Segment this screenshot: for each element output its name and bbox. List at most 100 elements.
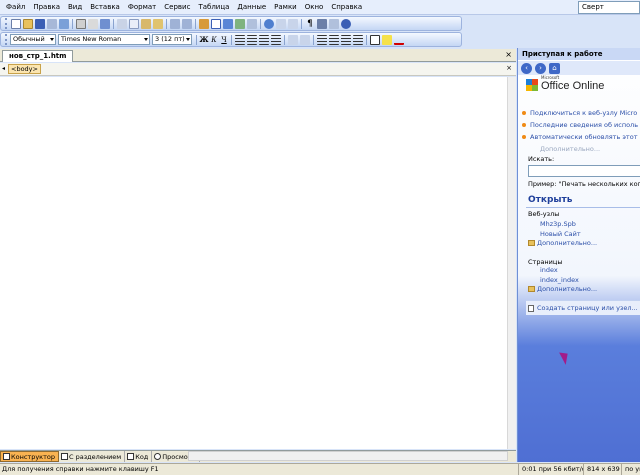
toolbar-grip[interactable] [5,18,7,29]
font-select[interactable]: Times New Roman [58,34,150,45]
close-tag-bar-icon[interactable]: × [506,64,512,72]
hyperlink-icon[interactable] [264,18,274,29]
print-icon[interactable] [76,18,86,29]
bullets-icon[interactable] [329,34,339,45]
italic-button[interactable]: К [209,36,219,44]
anchor-icon[interactable] [317,18,327,29]
page-link[interactable]: index_index [540,276,579,284]
align-right-icon[interactable] [259,34,269,45]
menu-help[interactable]: Справка [327,0,366,15]
page-dimensions[interactable]: 814 x 639 [583,464,621,475]
help-search-box[interactable]: Сверт [578,1,640,14]
stop-icon[interactable] [288,18,298,29]
download-speed[interactable]: 0:01 при 56 кбит/с [518,464,583,475]
publish-icon[interactable] [59,18,69,29]
layer-icon[interactable] [223,18,233,29]
page-link[interactable]: index [540,266,558,274]
increase-indent-icon[interactable] [353,34,363,45]
toolbar-separator [260,18,261,29]
drawing-icon[interactable] [247,18,257,29]
open-icon[interactable] [23,18,33,29]
open-section-header: Открыть [528,195,573,205]
cut-icon[interactable] [117,18,127,29]
more-online-link[interactable]: Дополнительно... [540,145,600,153]
new-page-icon[interactable] [11,18,21,29]
quick-tag-selector: ◂ <body> × [0,63,516,76]
forward-icon[interactable]: › [535,62,546,74]
menu-view[interactable]: Вид [64,0,86,15]
borders-icon[interactable] [370,34,380,45]
formatting-toolbar: Обычный Times New Roman 3 (12 пт) Ж К Ч [0,32,462,47]
back-icon[interactable]: ‹ [521,62,532,74]
align-left-icon[interactable] [235,34,245,45]
numbering-icon[interactable] [317,34,327,45]
toolbar-grip[interactable] [5,34,7,45]
toolbar-separator [231,34,232,45]
copy-icon[interactable] [129,18,139,29]
body-tag-chip[interactable]: <body> [8,64,41,74]
menu-data[interactable]: Данные [233,0,270,15]
menu-table[interactable]: Таблица [194,0,233,15]
style-select[interactable]: Обычный [10,34,56,45]
menu-tools[interactable]: Сервис [160,0,194,15]
websites-more-link[interactable]: Дополнительно... [528,239,597,247]
design-canvas[interactable] [0,77,507,449]
insert-picture-icon[interactable] [235,18,245,29]
status-bar: Для получения справки нажмите клавишу F1… [0,463,640,475]
toolbar-separator [72,18,73,29]
decrease-font-icon[interactable] [300,34,310,45]
highlight-icon[interactable] [382,34,392,45]
format-painter-icon[interactable] [153,18,163,29]
tag-nav-arrow-icon[interactable]: ◂ [2,65,5,72]
close-document-icon[interactable]: × [505,49,512,61]
menu-file[interactable]: Файл [2,0,29,15]
align-center-icon[interactable] [247,34,257,45]
create-page-label: Создать страницу или узел... [537,304,638,312]
bold-button[interactable]: Ж [199,35,209,44]
help-icon[interactable] [341,18,351,29]
font-size-select[interactable]: 3 (12 пт) [152,34,192,45]
refresh-icon[interactable] [276,18,286,29]
link-latest-news[interactable]: Последние сведения об исполь [521,121,638,129]
search-file-icon[interactable] [47,18,57,29]
show-all-icon[interactable]: ¶ [305,19,315,29]
undo-icon[interactable] [170,18,180,29]
menu-frames[interactable]: Рамки [270,0,301,15]
toolbar-separator [313,34,314,45]
options-icon[interactable] [329,18,339,29]
vertical-scrollbar[interactable] [507,77,516,449]
menu-insert[interactable]: Вставка [86,0,124,15]
tab-design[interactable]: Конструктор [0,451,59,462]
website-link[interactable]: Новый Сайт [540,230,581,238]
justify-icon[interactable] [271,34,281,45]
home-icon[interactable]: ⌂ [549,62,560,74]
document-tab[interactable]: нов_стр_1.htm [2,50,74,62]
increase-font-icon[interactable] [288,34,298,45]
folder-icon [528,286,535,292]
tab-design-label: Конструктор [11,452,55,461]
insert-table-icon[interactable] [211,18,221,29]
underline-button[interactable]: Ч [219,36,229,44]
link-connect-website[interactable]: Подключиться к веб-узлу Micro [521,109,637,117]
decrease-indent-icon[interactable] [341,34,351,45]
menu-format[interactable]: Формат [124,0,160,15]
font-color-icon[interactable] [394,35,404,45]
split-view-icon [61,453,68,460]
menu-window[interactable]: Окно [301,0,328,15]
horizontal-scrollbar[interactable] [188,451,508,461]
pages-more-link[interactable]: Дополнительно... [528,285,597,293]
menu-edit[interactable]: Правка [29,0,64,15]
tab-code[interactable]: Код [125,451,153,462]
web-component-icon[interactable] [199,18,209,29]
spelling-icon[interactable] [100,18,110,29]
tab-split[interactable]: С разделением [59,451,126,462]
save-icon[interactable] [35,18,45,29]
preview-icon[interactable] [88,18,98,29]
create-page-button[interactable]: Создать страницу или узел... [526,300,640,315]
task-pane-title[interactable]: Приступая к работе [518,48,640,60]
redo-icon[interactable] [182,18,192,29]
link-auto-update[interactable]: Автоматически обновлять этот [521,133,637,141]
paste-icon[interactable] [141,18,151,29]
website-link[interactable]: Mhz3p.Spb [540,220,576,228]
search-input[interactable] [528,165,640,177]
